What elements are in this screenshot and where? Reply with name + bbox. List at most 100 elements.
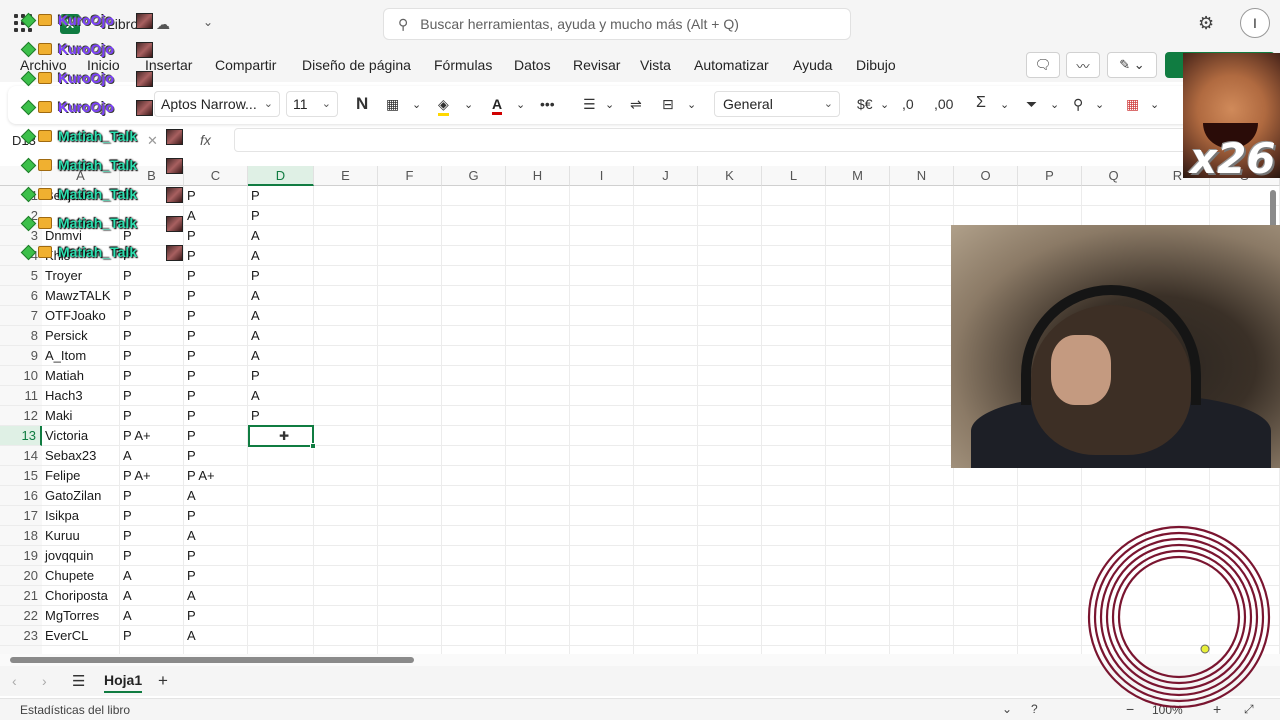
cell-d19[interactable] [248, 546, 314, 566]
cell-c23[interactable]: A [184, 626, 248, 646]
cell-b23[interactable]: P [120, 626, 184, 646]
cell-c10[interactable]: P [184, 366, 248, 386]
fill-color-icon[interactable]: ◈ [438, 96, 449, 116]
cell-a7[interactable]: OTFJoako [42, 306, 120, 326]
fill-handle[interactable] [310, 443, 316, 449]
cell-c22[interactable]: P [184, 606, 248, 626]
cell-b21[interactable]: A [120, 586, 184, 606]
column-header-d[interactable]: D [248, 166, 314, 186]
font-size-dropdown[interactable]: 11 ⌄ [286, 91, 338, 117]
cell-d1[interactable]: P [248, 186, 314, 206]
row-header[interactable]: 16 [0, 486, 42, 506]
insert-function-button[interactable]: fx [200, 132, 211, 148]
add-sheet-button[interactable]: + [158, 671, 168, 691]
all-sheets-icon[interactable]: ☰ [72, 672, 85, 690]
cell-d12[interactable]: P [248, 406, 314, 426]
cell-d15[interactable] [248, 466, 314, 486]
cell-a8[interactable]: Persick [42, 326, 120, 346]
cell-a18[interactable]: Kuruu [42, 526, 120, 546]
chevron-down-icon[interactable]: ⌄ [880, 98, 889, 111]
tab-ayuda[interactable]: Ayuda [793, 57, 832, 73]
column-header-f[interactable]: F [378, 166, 442, 186]
cell-a13[interactable]: Victoria [42, 426, 120, 446]
row-header[interactable]: 5 [0, 266, 42, 286]
close-icon[interactable]: ✕ [147, 133, 158, 149]
column-header-h[interactable]: H [506, 166, 570, 186]
cell-b10[interactable]: P [120, 366, 184, 386]
cell-b6[interactable]: P [120, 286, 184, 306]
cell-d14[interactable] [248, 446, 314, 466]
row-header[interactable]: 18 [0, 526, 42, 546]
next-sheet-icon[interactable]: › [42, 673, 47, 689]
number-format-dropdown[interactable]: General ⌄ [714, 91, 840, 117]
chevron-down-icon[interactable]: ⌄ [1000, 98, 1009, 111]
row-header[interactable]: 12 [0, 406, 42, 426]
cell-d5[interactable]: P [248, 266, 314, 286]
cell-d11[interactable]: A [248, 386, 314, 406]
cell-b13[interactable]: P A+ [120, 426, 184, 446]
cell-a5[interactable]: Troyer [42, 266, 120, 286]
tab-automatizar[interactable]: Automatizar [694, 57, 769, 73]
chevron-down-icon[interactable]: ⌄ [1150, 98, 1159, 111]
search-input[interactable]: ⚲ Buscar herramientas, ayuda y mucho más… [383, 8, 851, 40]
row-header[interactable]: 4 [0, 246, 42, 266]
chevron-down-icon[interactable]: ⌄ [203, 15, 213, 29]
row-header[interactable]: 1 [0, 186, 42, 206]
cell-c17[interactable]: P [184, 506, 248, 526]
column-header-j[interactable]: J [634, 166, 698, 186]
column-header-l[interactable]: L [762, 166, 826, 186]
currency-button[interactable]: $€ [857, 96, 873, 112]
cell-d6[interactable]: A [248, 286, 314, 306]
cell-c5[interactable]: P [184, 266, 248, 286]
cell-d17[interactable] [248, 506, 314, 526]
column-header-m[interactable]: M [826, 166, 890, 186]
cell-a10[interactable]: Matiah [42, 366, 120, 386]
cell-a15[interactable]: Felipe [42, 466, 120, 486]
cell-c20[interactable]: P [184, 566, 248, 586]
cell-c18[interactable]: A [184, 526, 248, 546]
increase-decimal-button[interactable]: ,00 [934, 96, 953, 112]
merge-cells-icon[interactable]: ⊟ [662, 96, 674, 113]
cell-c9[interactable]: P [184, 346, 248, 366]
decrease-decimal-button[interactable]: ,0 [902, 96, 914, 112]
row-header[interactable]: 17 [0, 506, 42, 526]
row-header[interactable]: 9 [0, 346, 42, 366]
sheet-tab-hoja1[interactable]: Hoja1 [104, 672, 143, 693]
cell-b22[interactable]: A [120, 606, 184, 626]
cell-c13[interactable]: P [184, 426, 248, 446]
cell-d9[interactable]: A [248, 346, 314, 366]
cell-a11[interactable]: Hach3 [42, 386, 120, 406]
cell-c16[interactable]: A [184, 486, 248, 506]
cell-a17[interactable]: Isikpa [42, 506, 120, 526]
chevron-down-icon[interactable]: ⌄ [605, 98, 614, 111]
tab-dibujo[interactable]: Dibujo [856, 57, 896, 73]
cell-b17[interactable]: P [120, 506, 184, 526]
chevron-down-icon[interactable]: ⌄ [464, 98, 473, 111]
cell-d16[interactable] [248, 486, 314, 506]
cell-d2[interactable]: P [248, 206, 314, 226]
cell-c12[interactable]: P [184, 406, 248, 426]
cell-c11[interactable]: P [184, 386, 248, 406]
gear-icon[interactable]: ⚙ [1198, 13, 1214, 34]
borders-icon[interactable]: ▦ [386, 96, 399, 113]
cell-c1[interactable]: P [184, 186, 248, 206]
select-all-corner[interactable] [0, 166, 42, 186]
row-header[interactable]: 22 [0, 606, 42, 626]
row-header[interactable] [0, 646, 42, 654]
cell-c21[interactable]: A [184, 586, 248, 606]
vertical-scroll-thumb[interactable] [1270, 190, 1276, 230]
row-header[interactable]: 8 [0, 326, 42, 346]
cell-c15[interactable]: P A+ [184, 466, 248, 486]
cell-b14[interactable]: A [120, 446, 184, 466]
comments-button[interactable]: 🗨 [1026, 52, 1060, 78]
help-icon[interactable]: ? [1031, 702, 1038, 716]
cell-b12[interactable]: P [120, 406, 184, 426]
column-header-n[interactable]: N [890, 166, 954, 186]
cell-d4[interactable]: A [248, 246, 314, 266]
cell-a6[interactable]: MawzTALK [42, 286, 120, 306]
chevron-down-icon[interactable]: ⌄ [1095, 98, 1104, 111]
cell-c6[interactable]: P [184, 286, 248, 306]
chevron-down-icon[interactable]: ⌄ [412, 98, 421, 111]
row-header[interactable]: 19 [0, 546, 42, 566]
cell-c14[interactable]: P [184, 446, 248, 466]
